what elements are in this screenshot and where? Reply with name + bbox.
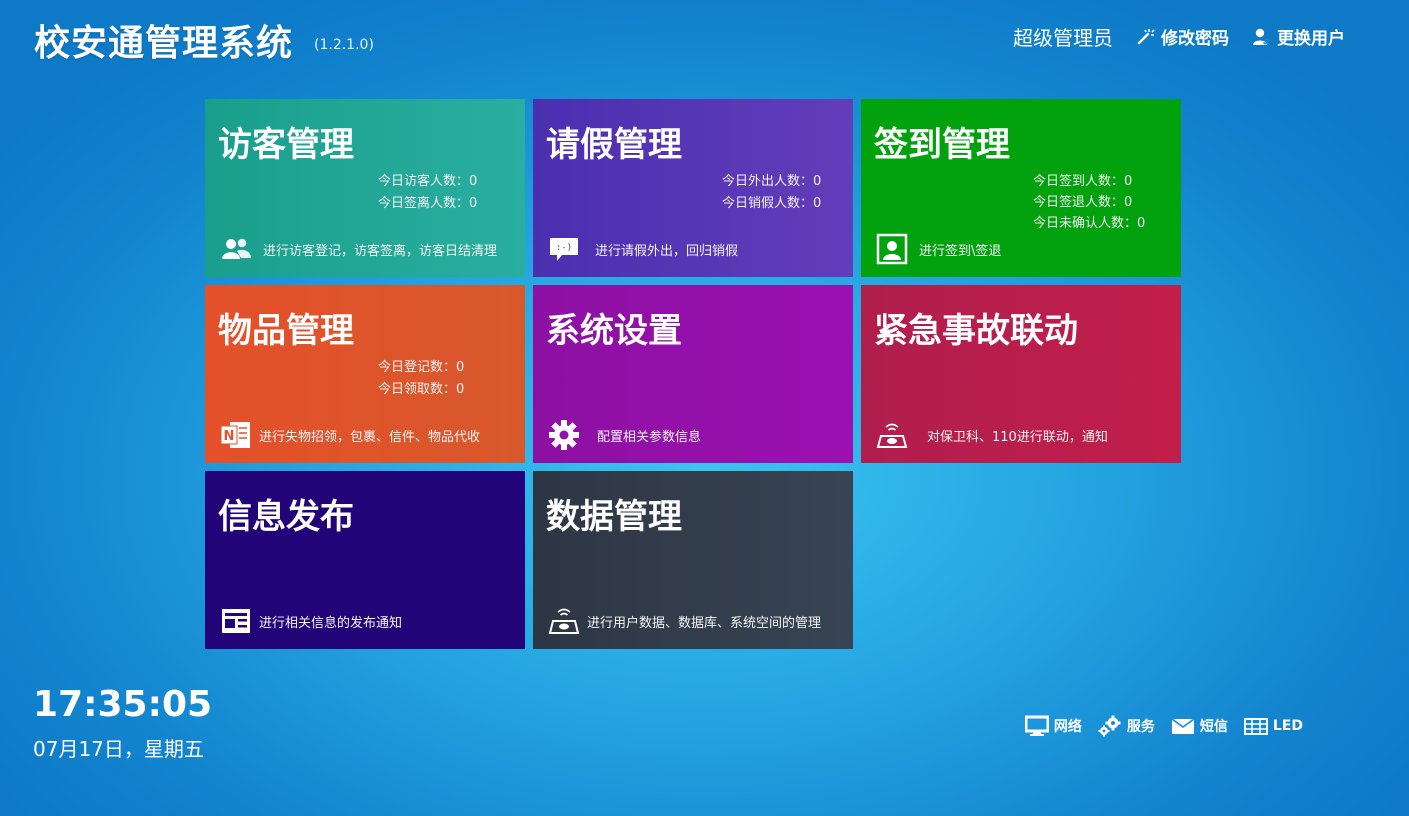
stat-line: 今日销假人数：0: [722, 196, 822, 211]
tile-title: 紧急事故联动: [874, 311, 1078, 351]
tile-stats: 今日访客人数：0 今日签离人数：0: [378, 171, 477, 215]
app-title: 校安通管理系统: [34, 23, 294, 64]
svg-text::-): :-): [556, 243, 572, 253]
tile-title: 访客管理: [218, 125, 354, 165]
tile-description: 进行用户数据、数据库、系统空间的管理: [587, 615, 822, 631]
tile-stats: 今日登记数：0 今日领取数：0: [378, 357, 464, 401]
stat-line: 今日外出人数：0: [722, 174, 822, 189]
stat-line: 今日签离人数：0: [378, 196, 478, 211]
gears-icon: [1098, 715, 1121, 737]
tile-description: 进行访客登记，访客签离，访客日结清理: [263, 243, 498, 259]
tile-title: 数据管理: [546, 497, 682, 537]
module-tiles: 访客管理 今日访客人数：0 今日签离人数：0 进行访客登记，访客签离，访客日结清…: [205, 99, 1181, 649]
tile-footer: 配置相关参数信息: [547, 418, 701, 452]
change-password-label: 修改密码: [1161, 29, 1229, 49]
database-broadcast-icon: [547, 604, 581, 638]
tile-title: 物品管理: [218, 311, 354, 351]
svg-text:N: N: [224, 429, 235, 444]
stat-line: 今日领取数：0: [378, 382, 465, 397]
alarm-icon: [875, 418, 909, 452]
stat-line: 今日签到人数：0: [1033, 174, 1133, 189]
status-network-label: 网络: [1053, 719, 1082, 735]
stat-line: 今日未确认人数：0: [1033, 216, 1146, 231]
user-role-label: 超级管理员: [1013, 26, 1113, 50]
clock-time: 17:35:05: [33, 684, 213, 725]
tile-footer: 进行用户数据、数据库、系统空间的管理: [547, 604, 821, 638]
clock-date: 07月17日，星期五: [33, 737, 204, 761]
tile-footer: 进行相关信息的发布通知: [219, 604, 402, 638]
stat-line: 今日签退人数：0: [1033, 195, 1133, 210]
tile-stats: 今日外出人数：0 今日销假人数：0: [722, 171, 821, 215]
notebook-icon: N: [219, 418, 253, 452]
tile-data-management[interactable]: 数据管理 进行用户数据、数据库、系统空间的管理: [533, 471, 853, 649]
tile-signin-management[interactable]: 签到管理 今日签到人数：0 今日签退人数：0 今日未确认人数：0 进行签到\签退: [861, 99, 1181, 277]
app-version: (1.2.1.0): [314, 37, 374, 53]
stat-line: 今日登记数：0: [378, 360, 465, 375]
contact-card-icon: [875, 232, 909, 266]
tile-description: 配置相关参数信息: [597, 429, 702, 445]
envelope-icon: [1171, 718, 1195, 734]
tile-description: 进行签到\签退: [919, 243, 1002, 259]
top-toolbar: 超级管理员 修改密码 更换用户: [1013, 22, 1345, 51]
tile-emergency-linkage[interactable]: 紧急事故联动 对保卫科、110进行联动，通知: [861, 285, 1181, 463]
tile-goods-management[interactable]: 物品管理 今日登记数：0 今日领取数：0 N 进行失物招领，包裹、信件、物品代收: [205, 285, 525, 463]
tile-title: 签到管理: [874, 125, 1010, 165]
newspaper-icon: [219, 604, 253, 638]
user-switch-icon: [1253, 28, 1270, 45]
tile-footer: 对保卫科、110进行联动，通知: [875, 418, 1108, 452]
status-led[interactable]: LED: [1243, 715, 1303, 737]
switch-user-button[interactable]: 更换用户: [1251, 24, 1345, 49]
switch-user-label: 更换用户: [1277, 29, 1345, 49]
tile-description: 进行相关信息的发布通知: [259, 615, 403, 631]
status-sms-label: 短信: [1199, 719, 1228, 735]
tile-footer: N 进行失物招领，包裹、信件、物品代收: [219, 418, 480, 452]
tile-system-settings[interactable]: 系统设置 配置相关参数信息: [533, 285, 853, 463]
tile-title: 信息发布: [218, 497, 354, 537]
tile-visitor-management[interactable]: 访客管理 今日访客人数：0 今日签离人数：0 进行访客登记，访客签离，访客日结清…: [205, 99, 525, 277]
monitor-icon: [1024, 715, 1049, 736]
gear-icon: [547, 418, 581, 452]
tile-leave-management[interactable]: 请假管理 今日外出人数：0 今日销假人数：0 :-) 进行请假外出，回归销假: [533, 99, 853, 277]
stat-line: 今日访客人数：0: [378, 174, 478, 189]
status-sms[interactable]: 短信: [1171, 715, 1228, 737]
tile-description: 进行请假外出，回归销假: [595, 243, 739, 259]
status-led-label: LED: [1272, 718, 1303, 734]
led-grid-icon: [1243, 718, 1268, 735]
tile-info-publish[interactable]: 信息发布 进行相关信息的发布通知: [205, 471, 525, 649]
tile-stats: 今日签到人数：0 今日签退人数：0 今日未确认人数：0: [1033, 171, 1145, 234]
users-icon: [219, 232, 253, 266]
tile-title: 系统设置: [546, 311, 682, 351]
tile-description: 对保卫科、110进行联动，通知: [927, 429, 1108, 445]
chat-bubble-icon: :-): [547, 232, 581, 266]
status-service[interactable]: 服务: [1098, 715, 1155, 737]
status-service-label: 服务: [1126, 719, 1155, 735]
tile-title: 请假管理: [546, 125, 682, 165]
tile-footer: 进行访客登记，访客签离，访客日结清理: [219, 232, 497, 266]
tile-footer: :-) 进行请假外出，回归销假: [547, 232, 738, 266]
tile-footer: 进行签到\签退: [875, 232, 1001, 266]
tile-description: 进行失物招领，包裹、信件、物品代收: [259, 429, 481, 445]
change-password-button[interactable]: 修改密码: [1135, 24, 1229, 49]
magic-wand-icon: [1137, 28, 1155, 44]
status-network[interactable]: 网络: [1024, 715, 1082, 737]
status-bar: 网络 服务 短信 LED: [1024, 715, 1303, 737]
